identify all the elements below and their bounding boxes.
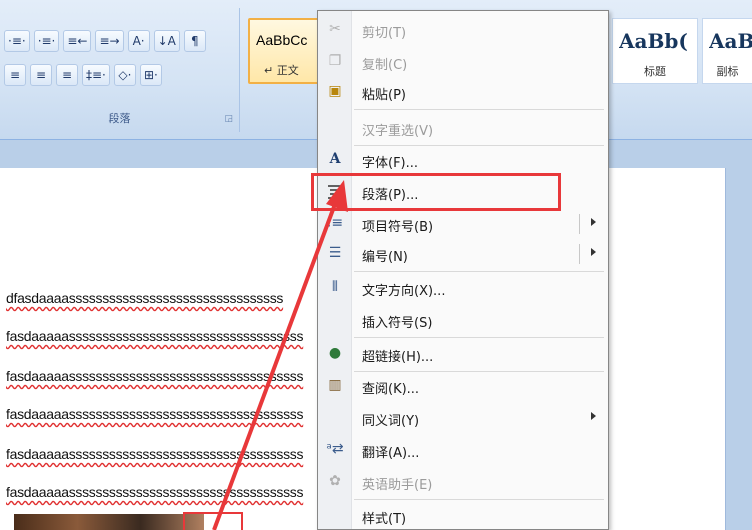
annotation-arrow-head <box>326 180 348 212</box>
annotation-arrow <box>212 180 348 530</box>
annotation-arrow-line <box>212 195 340 530</box>
